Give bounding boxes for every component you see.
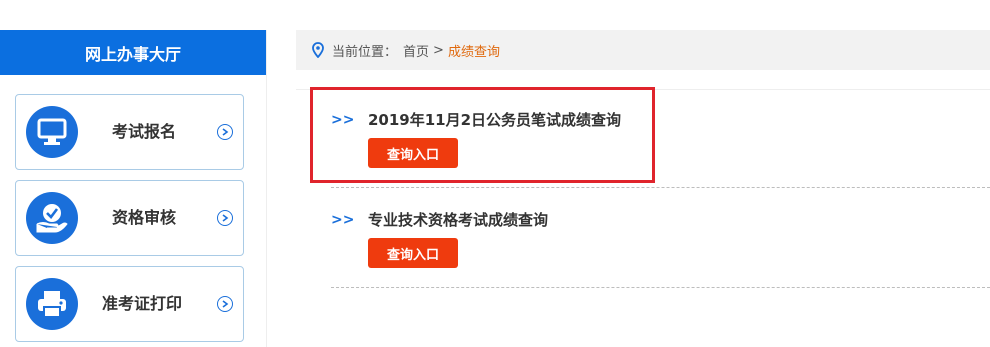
sidebar-item-label: 考试报名 <box>112 122 177 141</box>
sidebar-item-exam-registration[interactable]: 考试报名 <box>15 94 244 170</box>
chevron-right-icon <box>217 296 233 312</box>
location-pin-icon <box>312 42 324 58</box>
sidebar-item-admission-ticket-print[interactable]: 准考证打印 <box>15 266 244 342</box>
sidebar-title: 网上办事大厅 <box>0 30 266 75</box>
sidebar-divider <box>266 30 267 347</box>
monitor-icon <box>26 106 78 158</box>
exam-title[interactable]: 专业技术资格考试成绩查询 <box>368 209 548 230</box>
printer-icon <box>26 278 78 330</box>
chevron-right-icon <box>217 210 233 226</box>
dashed-divider <box>331 287 990 288</box>
sidebar-item-label: 准考证打印 <box>102 294 183 313</box>
breadcrumb-home-link[interactable]: 首页 <box>403 41 429 60</box>
list-marker: >> <box>331 212 355 228</box>
breadcrumb: 当前位置： 首页 > 成绩查询 <box>296 30 990 70</box>
chevron-right-icon <box>217 124 233 140</box>
highlight-box <box>310 87 655 183</box>
breadcrumb-separator: > <box>433 42 444 58</box>
breadcrumb-current: 成绩查询 <box>447 44 500 60</box>
breadcrumb-prefix: 当前位置： <box>332 44 398 60</box>
sidebar-item-qualification-review[interactable]: 资格审核 <box>15 180 244 256</box>
dashed-divider <box>331 187 990 188</box>
verified-hand-icon <box>26 192 78 244</box>
query-entry-button[interactable]: 查询入口 <box>368 238 458 268</box>
sidebar-item-label: 资格审核 <box>112 208 177 227</box>
